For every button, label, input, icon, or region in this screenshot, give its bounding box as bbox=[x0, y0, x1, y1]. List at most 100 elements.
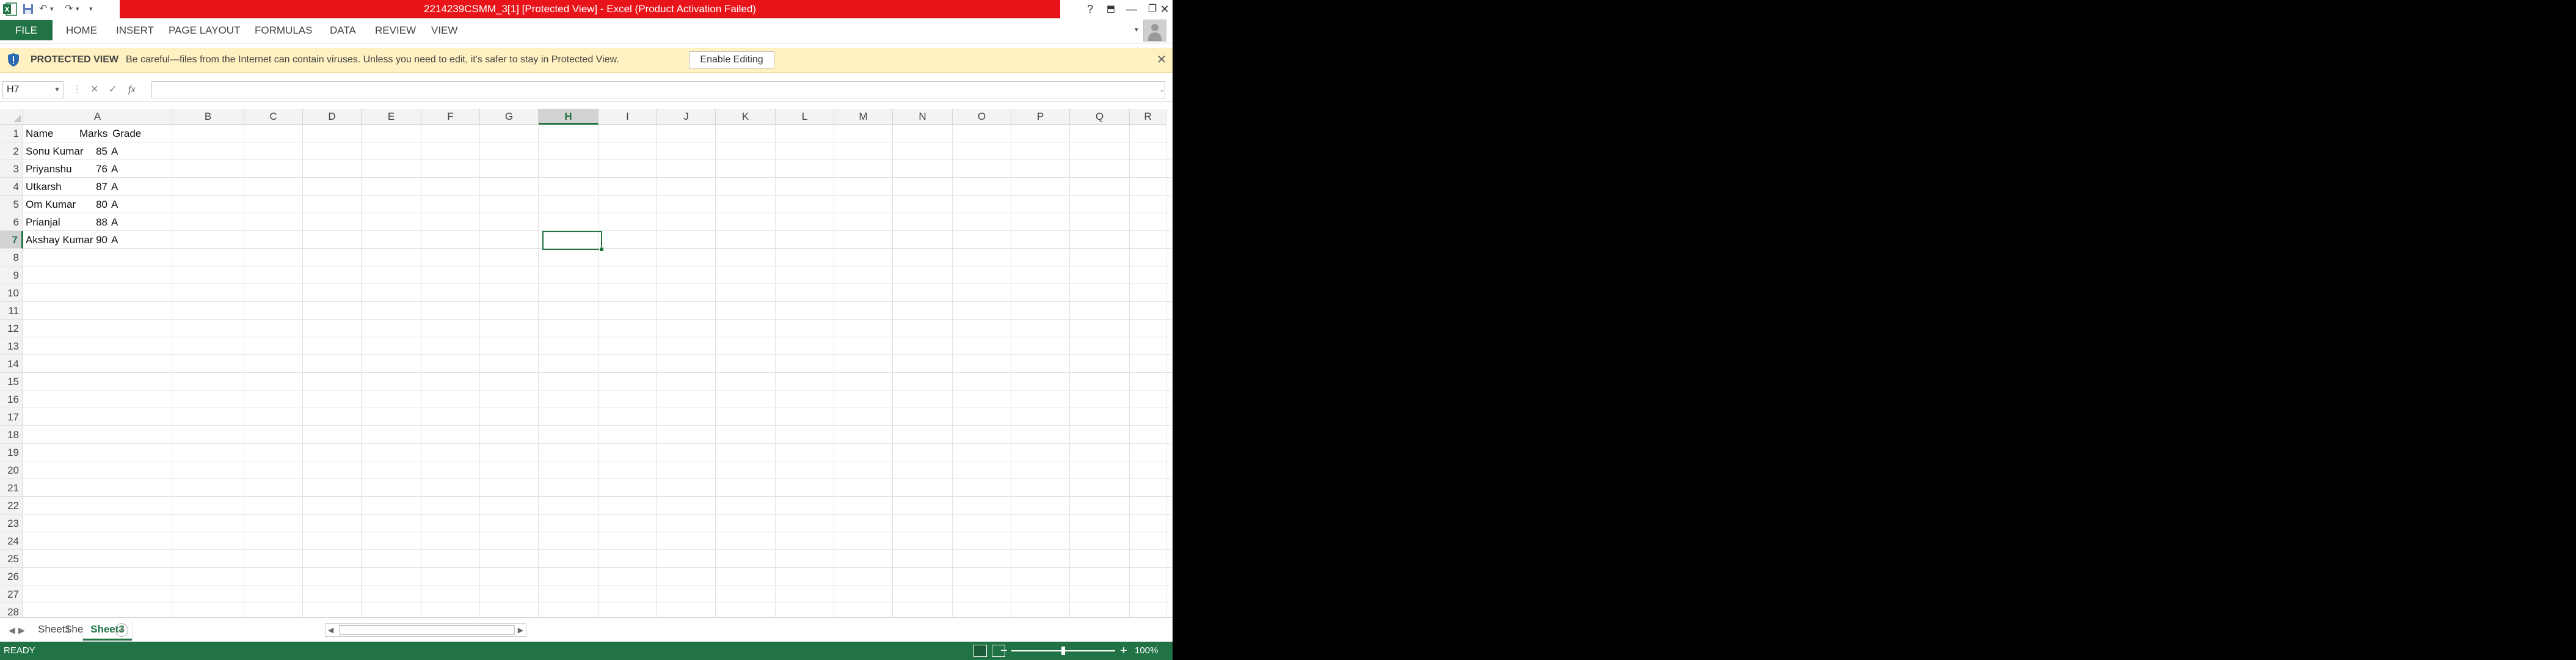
close-button[interactable]: ✕ bbox=[1154, 0, 1173, 18]
row-header-13[interactable]: 13 bbox=[0, 337, 23, 355]
row-header-21[interactable]: 21 bbox=[0, 479, 23, 497]
row-header-1[interactable]: 1 bbox=[0, 125, 23, 142]
tab-page-layout[interactable]: PAGE LAYOUT bbox=[169, 20, 240, 40]
save-icon[interactable] bbox=[22, 3, 34, 15]
row-header-2[interactable]: 2 bbox=[0, 142, 23, 160]
row-header-16[interactable]: 16 bbox=[0, 391, 23, 408]
row-header-22[interactable]: 22 bbox=[0, 497, 23, 515]
column-header-j[interactable]: J bbox=[657, 109, 716, 125]
tab-home[interactable]: HOME bbox=[66, 20, 97, 40]
zoom-out-button[interactable]: − bbox=[1000, 642, 1008, 660]
sheet-nav-next-icon[interactable]: ▶ bbox=[18, 618, 25, 642]
cell-C3[interactable]: A bbox=[111, 160, 118, 178]
column-header-f[interactable]: F bbox=[421, 109, 480, 125]
cell-A3[interactable]: Priyanshu bbox=[26, 160, 72, 178]
customize-qat-icon[interactable]: ▾ bbox=[89, 2, 93, 16]
column-header-h[interactable]: H bbox=[539, 109, 599, 125]
cell-B7[interactable]: 90 bbox=[78, 231, 107, 249]
active-cell-h7[interactable] bbox=[542, 231, 604, 252]
column-header-n[interactable]: N bbox=[893, 109, 953, 125]
row-header-27[interactable]: 27 bbox=[0, 585, 23, 603]
expand-formula-bar-icon[interactable]: ⌄ bbox=[1159, 81, 1165, 98]
zoom-in-button[interactable]: + bbox=[1120, 642, 1127, 660]
row-header-11[interactable]: 11 bbox=[0, 302, 23, 320]
minimize-button[interactable]: — bbox=[1121, 0, 1142, 18]
help-button[interactable]: ? bbox=[1080, 0, 1101, 18]
horizontal-scrollbar[interactable]: ◀ ▶ bbox=[325, 623, 526, 637]
cell-C5[interactable]: A bbox=[111, 196, 118, 213]
column-header-d[interactable]: D bbox=[303, 109, 362, 125]
normal-view-icon[interactable] bbox=[973, 645, 987, 657]
close-icon[interactable]: ✕ bbox=[1154, 48, 1169, 72]
row-header-25[interactable]: 25 bbox=[0, 550, 23, 568]
select-all-corner[interactable] bbox=[0, 109, 23, 125]
account-dropdown-icon[interactable]: ▾ bbox=[1135, 20, 1138, 40]
row-header-19[interactable]: 19 bbox=[0, 444, 23, 461]
row-header-18[interactable]: 18 bbox=[0, 426, 23, 444]
cell-C1[interactable]: Grade bbox=[112, 125, 141, 142]
row-header-10[interactable]: 10 bbox=[0, 284, 23, 302]
cell-A4[interactable]: Utkarsh bbox=[26, 178, 62, 196]
avatar[interactable] bbox=[1143, 20, 1166, 42]
column-header-r[interactable]: R bbox=[1130, 109, 1166, 125]
column-header-m[interactable]: M bbox=[834, 109, 893, 125]
column-header-p[interactable]: P bbox=[1011, 109, 1070, 125]
column-header-k[interactable]: K bbox=[716, 109, 776, 125]
row-header-14[interactable]: 14 bbox=[0, 355, 23, 373]
row-header-12[interactable]: 12 bbox=[0, 320, 23, 337]
name-box[interactable]: H7 ▼ bbox=[2, 81, 64, 98]
cell-C2[interactable]: A bbox=[111, 142, 118, 160]
cell-C7[interactable]: A bbox=[111, 231, 118, 249]
row-header-26[interactable]: 26 bbox=[0, 568, 23, 585]
row-header-28[interactable]: 28 bbox=[0, 603, 23, 617]
scroll-left-icon[interactable]: ◀ bbox=[328, 624, 333, 636]
cell-B3[interactable]: 76 bbox=[78, 160, 107, 178]
cell-B4[interactable]: 87 bbox=[78, 178, 107, 196]
column-header-q[interactable]: Q bbox=[1070, 109, 1130, 125]
column-header-g[interactable]: G bbox=[480, 109, 539, 125]
row-header-3[interactable]: 3 bbox=[0, 160, 23, 178]
cell-B6[interactable]: 88 bbox=[78, 213, 107, 231]
row-header-5[interactable]: 5 bbox=[0, 196, 23, 213]
column-header-o[interactable]: O bbox=[953, 109, 1011, 125]
enter-icon[interactable]: ✓ bbox=[109, 81, 117, 98]
insert-function-icon[interactable]: fx bbox=[128, 81, 136, 98]
row-header-8[interactable]: 8 bbox=[0, 249, 23, 266]
cell-A2[interactable]: Sonu Kumar bbox=[26, 142, 84, 160]
zoom-level[interactable]: 100% bbox=[1135, 642, 1158, 660]
redo-dropdown-icon[interactable]: ▾ bbox=[76, 2, 79, 16]
worksheet-grid[interactable]: ABCDEFGHIJKLMNOPQR 1 2 3 4 5 6 7 8 9 10 11 12 13 14 15… bbox=[0, 109, 1173, 617]
row-header-20[interactable]: 20 bbox=[0, 461, 23, 479]
row-header-4[interactable]: 4 bbox=[0, 178, 23, 196]
undo-icon[interactable]: ↶ bbox=[39, 2, 47, 16]
column-header-b[interactable]: B bbox=[172, 109, 244, 125]
tab-view[interactable]: VIEW bbox=[431, 20, 457, 40]
row-header-24[interactable]: 24 bbox=[0, 532, 23, 550]
cell-B1[interactable]: Marks bbox=[79, 125, 107, 142]
cell-A6[interactable]: Prianjal bbox=[26, 213, 60, 231]
row-header-7[interactable]: 7 bbox=[0, 231, 23, 249]
tab-insert[interactable]: INSERT bbox=[116, 20, 154, 40]
cell-B5[interactable]: 80 bbox=[78, 196, 107, 213]
horizontal-scroll-thumb[interactable] bbox=[339, 625, 515, 635]
tab-file[interactable]: FILE bbox=[0, 20, 53, 40]
column-header-l[interactable]: L bbox=[776, 109, 834, 125]
scroll-right-icon[interactable]: ▶ bbox=[518, 624, 523, 636]
enable-editing-button[interactable]: Enable Editing bbox=[689, 51, 774, 68]
row-header-23[interactable]: 23 bbox=[0, 515, 23, 532]
undo-dropdown-icon[interactable]: ▾ bbox=[50, 2, 54, 16]
formula-input[interactable] bbox=[151, 81, 1165, 98]
cell-A1[interactable]: Name bbox=[26, 125, 53, 142]
cancel-icon[interactable]: ✕ bbox=[90, 81, 98, 98]
row-header-15[interactable]: 15 bbox=[0, 373, 23, 391]
row-header-9[interactable]: 9 bbox=[0, 266, 23, 284]
chevron-down-icon[interactable]: ▼ bbox=[54, 82, 60, 98]
redo-icon[interactable]: ↷ bbox=[65, 2, 73, 16]
row-header-17[interactable]: 17 bbox=[0, 408, 23, 426]
cell-C4[interactable]: A bbox=[111, 178, 118, 196]
tab-formulas[interactable]: FORMULAS bbox=[255, 20, 312, 40]
tab-review[interactable]: REVIEW bbox=[375, 20, 416, 40]
cell-C6[interactable]: A bbox=[111, 213, 118, 231]
tab-data[interactable]: DATA bbox=[330, 20, 356, 40]
column-header-a[interactable]: A bbox=[23, 109, 172, 125]
